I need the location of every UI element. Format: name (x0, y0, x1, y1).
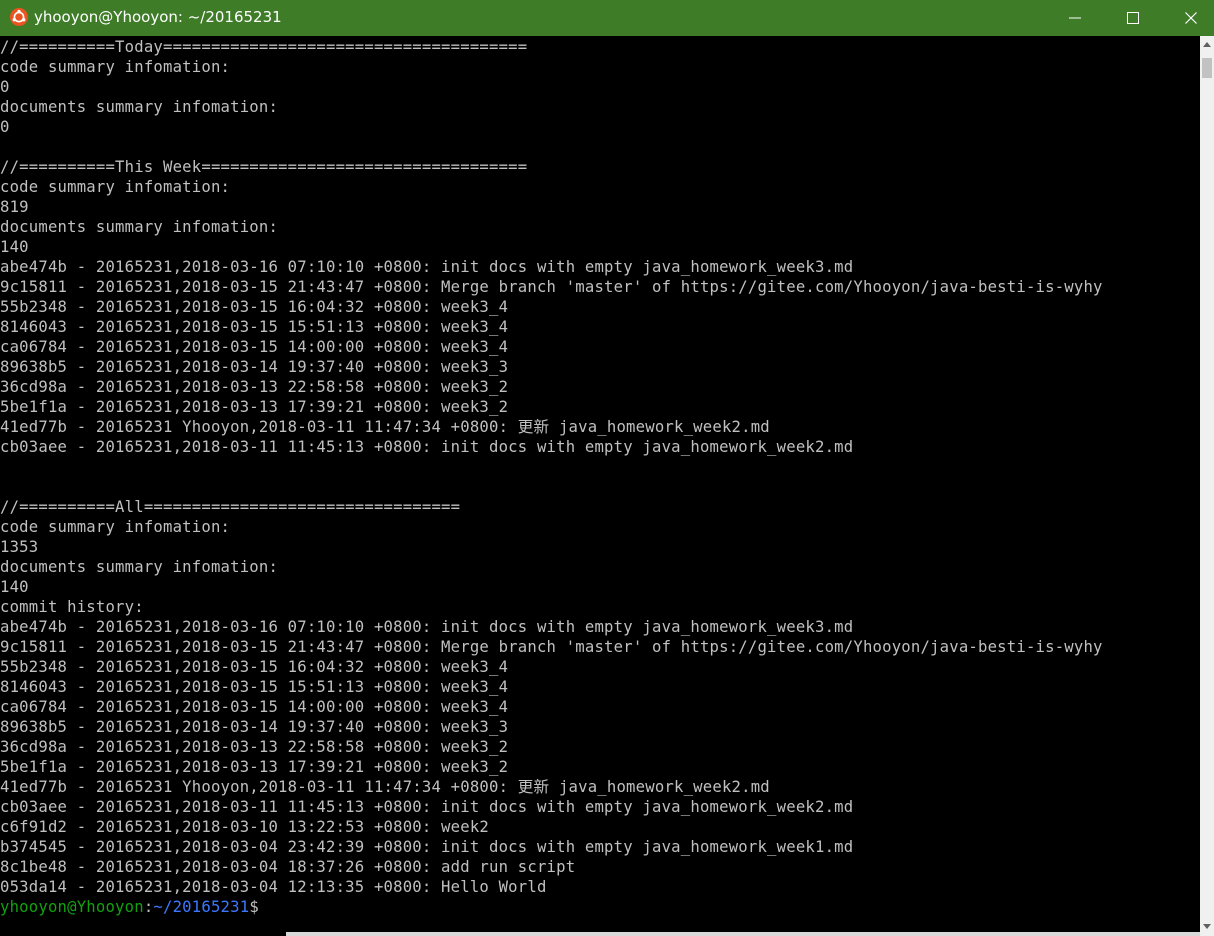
prompt-symbol: $ (249, 898, 259, 916)
scroll-down-button[interactable] (1200, 918, 1214, 936)
terminal-line: 8c1be48 - 20165231,2018-03-04 18:37:26 +… (0, 858, 576, 876)
terminal-line: cb03aee - 20165231,2018-03-11 11:45:13 +… (0, 438, 854, 456)
terminal-line: 55b2348 - 20165231,2018-03-15 16:04:32 +… (0, 298, 509, 316)
minimize-icon (1069, 17, 1081, 19)
terminal-line: 5be1f1a - 20165231,2018-03-13 17:39:21 +… (0, 758, 509, 776)
terminal-line: 55b2348 - 20165231,2018-03-15 16:04:32 +… (0, 658, 509, 676)
terminal-line: 9c15811 - 20165231,2018-03-15 21:43:47 +… (0, 638, 1103, 656)
title-bar[interactable]: yhooyon@Yhooyon: ~/20165231 (0, 0, 1214, 36)
scroll-thumb[interactable] (1202, 58, 1212, 78)
shell-prompt[interactable]: yhooyon@Yhooyon:~/20165231$ (0, 897, 259, 917)
terminal-line: 0 (0, 78, 10, 96)
terminal-line: 41ed77b - 20165231 Yhooyon,2018-03-11 11… (0, 418, 770, 436)
terminal-line: 9c15811 - 20165231,2018-03-15 21:43:47 +… (0, 278, 1103, 296)
terminal-line: code summary infomation: (0, 178, 231, 196)
terminal-line: 8146043 - 20165231,2018-03-15 15:51:13 +… (0, 318, 509, 336)
terminal-line: 140 (0, 578, 29, 596)
terminal-line: 0 (0, 118, 10, 136)
terminal-line: 5be1f1a - 20165231,2018-03-13 17:39:21 +… (0, 398, 509, 416)
background-window-edge (286, 932, 1200, 936)
terminal-line: abe474b - 20165231,2018-03-16 07:10:10 +… (0, 258, 854, 276)
terminal-line: b374545 - 20165231,2018-03-04 23:42:39 +… (0, 838, 854, 856)
terminal-line: 053da14 - 20165231,2018-03-04 12:13:35 +… (0, 878, 547, 896)
terminal-line: 89638b5 - 20165231,2018-03-14 19:37:40 +… (0, 718, 509, 736)
terminal-line: code summary infomation: (0, 58, 231, 76)
window-title: yhooyon@Yhooyon: ~/20165231 (34, 8, 282, 26)
prompt-path: ~/20165231 (153, 898, 250, 916)
terminal-line: 8146043 - 20165231,2018-03-15 15:51:13 +… (0, 678, 509, 696)
close-button[interactable] (1162, 0, 1214, 36)
terminal-line: commit history: (0, 598, 144, 616)
prompt-user-host: yhooyon@Yhooyon (0, 898, 144, 916)
terminal-line: 89638b5 - 20165231,2018-03-14 19:37:40 +… (0, 358, 509, 376)
chevron-down-icon (1203, 924, 1211, 929)
maximize-icon (1127, 12, 1139, 24)
terminal-line: code summary infomation: (0, 518, 231, 536)
terminal-line: abe474b - 20165231,2018-03-16 07:10:10 +… (0, 618, 854, 636)
scroll-up-button[interactable] (1200, 36, 1214, 54)
terminal-line: //==========All=========================… (0, 498, 461, 516)
terminal-line: cb03aee - 20165231,2018-03-11 11:45:13 +… (0, 798, 854, 816)
terminal-window: yhooyon@Yhooyon: ~/20165231 //==========… (0, 0, 1214, 936)
terminal-line: 41ed77b - 20165231 Yhooyon,2018-03-11 11… (0, 778, 770, 796)
terminal-line: 819 (0, 198, 29, 216)
terminal-line: //==========Today=======================… (0, 38, 528, 56)
terminal-line: 36cd98a - 20165231,2018-03-13 22:58:58 +… (0, 378, 509, 396)
terminal-output[interactable]: //==========Today=======================… (0, 36, 1200, 932)
terminal-line: documents summary infomation: (0, 98, 279, 116)
terminal-line: documents summary infomation: (0, 558, 279, 576)
terminal-line: 36cd98a - 20165231,2018-03-13 22:58:58 +… (0, 738, 509, 756)
minimize-button[interactable] (1046, 0, 1104, 36)
vertical-scrollbar[interactable] (1200, 36, 1214, 936)
chevron-up-icon (1203, 42, 1211, 47)
terminal-line: 1353 (0, 538, 39, 556)
terminal-line: documents summary infomation: (0, 218, 279, 236)
ubuntu-icon[interactable] (10, 8, 28, 26)
prompt-separator: : (143, 898, 154, 916)
maximize-button[interactable] (1104, 0, 1162, 36)
terminal-line: ca06784 - 20165231,2018-03-15 14:00:00 +… (0, 338, 509, 356)
terminal-line: ca06784 - 20165231,2018-03-15 14:00:00 +… (0, 698, 509, 716)
terminal-line: 140 (0, 238, 29, 256)
terminal-line: c6f91d2 - 20165231,2018-03-10 13:22:53 +… (0, 818, 489, 836)
close-icon (1185, 12, 1197, 24)
terminal-line: //==========This Week===================… (0, 158, 528, 176)
